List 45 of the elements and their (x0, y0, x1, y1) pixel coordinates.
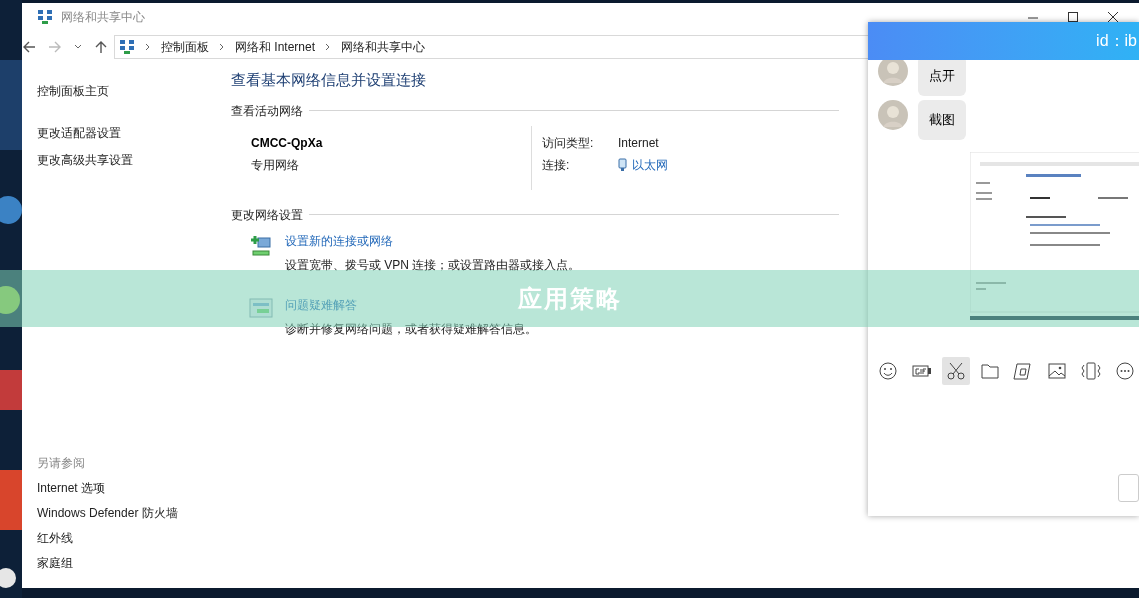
sidebar-link[interactable]: 控制面板主页 (37, 82, 231, 100)
up-icon[interactable] (94, 40, 108, 54)
task-description: 设置宽带、拨号或 VPN 连接；或设置路由器或接入点。 (285, 256, 581, 274)
sidebar-link[interactable]: 更改适配器设置 (37, 124, 231, 142)
sidebar-link[interactable]: 家庭组 (37, 554, 231, 572)
field-label: 访问类型: (542, 134, 595, 152)
page-heading: 查看基本网络信息并设置连接 (231, 70, 427, 90)
section-label: 查看活动网络 (231, 102, 303, 120)
chat-title: id：ib (1096, 31, 1138, 51)
sidebar-link[interactable]: 红外线 (37, 529, 231, 547)
maximize-icon[interactable] (1067, 11, 1079, 23)
sidebar-link[interactable]: Internet 选项 (37, 479, 231, 497)
close-icon[interactable] (1107, 11, 1119, 23)
network-icon (37, 9, 53, 25)
avatar (878, 60, 908, 86)
dropdown-icon[interactable] (74, 44, 82, 50)
breadcrumb-item[interactable]: 网络和共享中心 (341, 38, 426, 56)
banner-text: 应用策略 (517, 283, 622, 314)
scissors-icon[interactable] (941, 357, 970, 385)
section-label: 更改网络设置 (231, 206, 303, 224)
network-type: 专用网络 (251, 156, 300, 174)
task-description: 诊断并修复网络问题，或者获得疑难解答信息。 (285, 320, 537, 338)
avatar (878, 100, 908, 130)
chevron-icon[interactable] (325, 43, 332, 51)
sidebar-link[interactable]: Windows Defender 防火墙 (37, 504, 231, 522)
field-value: Internet (618, 134, 660, 152)
window-title: 网络和共享中心 (61, 9, 145, 26)
connection-link[interactable]: 以太网 (632, 155, 668, 174)
network-name: CMCC-QpXa (251, 134, 324, 152)
back-icon[interactable] (22, 40, 36, 54)
breadcrumb-item[interactable]: 控制面板 (161, 38, 209, 56)
chevron-icon[interactable] (219, 43, 225, 51)
message-bubble: 点开 (918, 60, 966, 96)
breadcrumb-item[interactable]: 网络和 Internet (235, 38, 316, 56)
chevron-icon[interactable] (145, 43, 151, 51)
address-bar[interactable]: 控制面板 网络和 Internet 网络和共享中心 (114, 35, 868, 59)
network-icon (119, 39, 135, 55)
section-label: 另请参阅 (37, 455, 86, 472)
task-link[interactable]: 设置新的连接或网络 (285, 231, 393, 250)
sidebar-link[interactable]: 更改高级共享设置 (37, 151, 231, 169)
troubleshoot-icon (249, 297, 273, 318)
network-setup-icon (249, 233, 273, 258)
message-bubble: 截图 (918, 100, 966, 140)
field-label: 连接: (542, 156, 571, 174)
ethernet-icon (618, 157, 627, 172)
